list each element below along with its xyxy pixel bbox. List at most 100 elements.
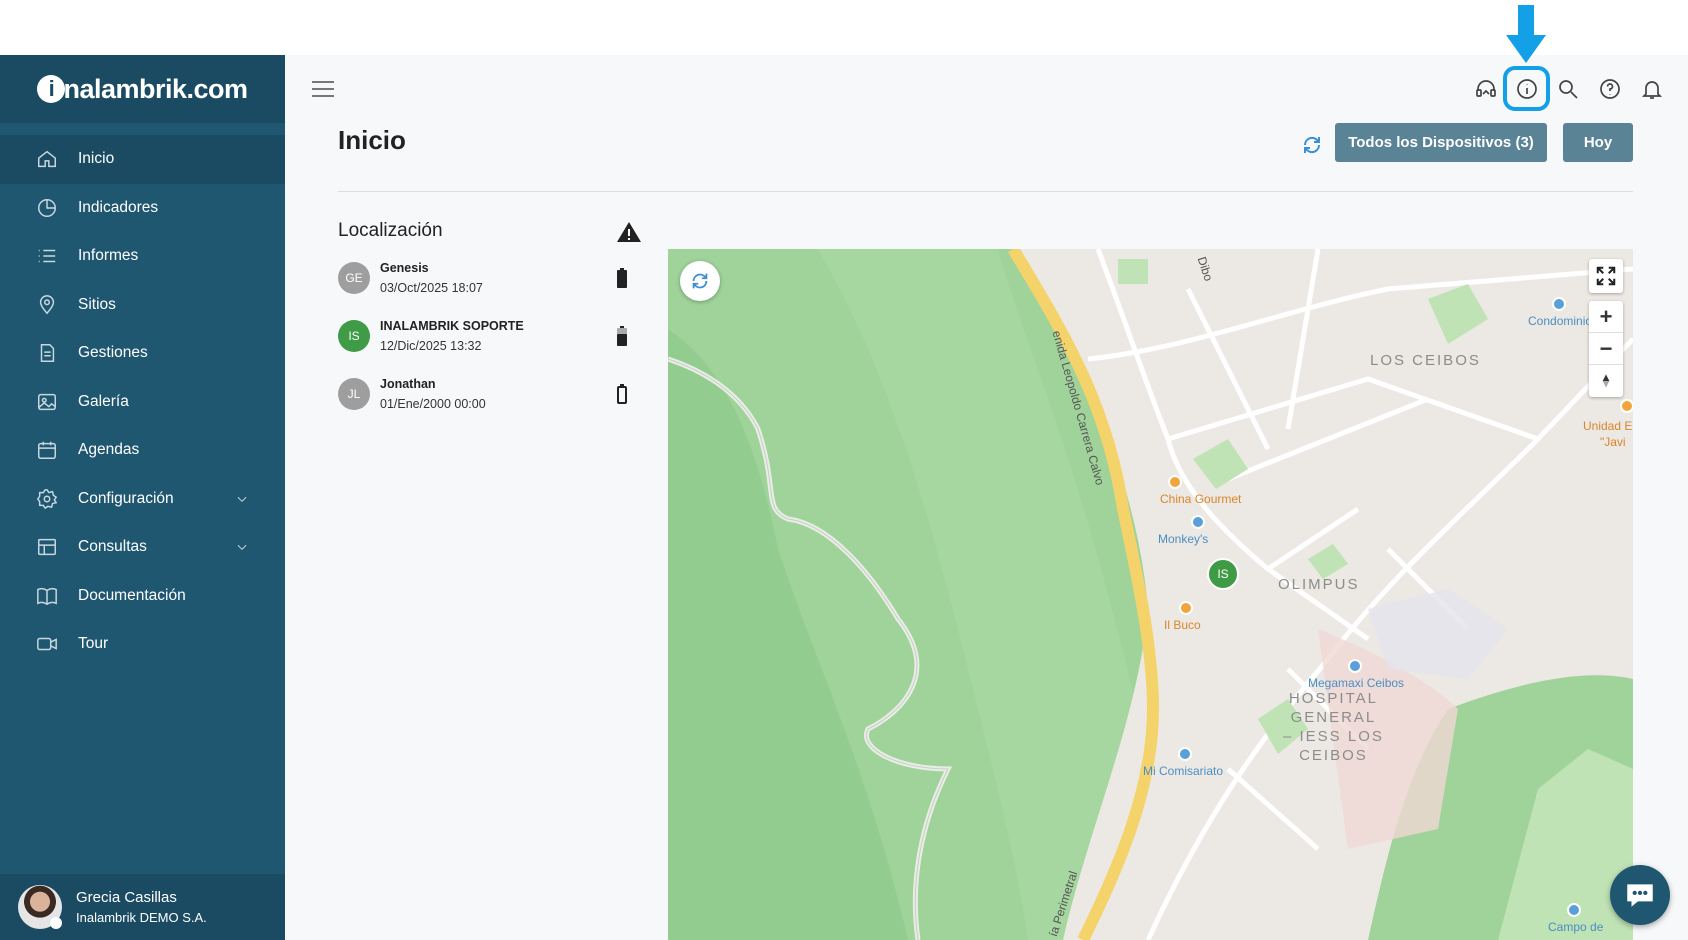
map-view[interactable]: LOS CEIBOS OLIMPUS HOSPITAL GENERAL – IE…: [668, 249, 1633, 940]
map-sync-button[interactable]: [680, 261, 720, 301]
status-dot: [50, 917, 62, 929]
page-title: Inicio: [338, 125, 406, 155]
sidebar-item-label: Informes: [78, 247, 139, 265]
all-devices-button[interactable]: Todos los Dispositivos (3): [1335, 123, 1547, 162]
sidebar-item-label: Consultas: [78, 538, 147, 556]
sidebar-item-label: Indicadores: [78, 198, 159, 216]
sidebar-item-label: Tour: [78, 635, 109, 653]
sidebar-item-tour[interactable]: Tour: [0, 620, 285, 669]
battery-medium-icon: [617, 326, 627, 346]
map-label-hospital: HOSPITAL GENERAL – IESS LOS CEIBOS: [1283, 689, 1384, 765]
logo-letter: i: [37, 75, 66, 103]
app-window: i nalambrik.com Inicio Indicadores Inform…: [0, 55, 1688, 940]
chat-button[interactable]: [1610, 865, 1670, 925]
shop-poi-icon[interactable]: [1178, 747, 1192, 761]
search-button[interactable]: [1554, 75, 1582, 103]
chevron-down-icon: [237, 545, 247, 551]
battery-empty-icon: [617, 384, 627, 404]
user-name: Grecia Casillas: [76, 889, 177, 906]
video-icon: [37, 638, 57, 651]
device-item-inalambrik-soporte[interactable]: IS INALAMBRIK SOPORTE 12/Dic/2025 13:32: [338, 314, 648, 358]
sidebar-item-indicadores[interactable]: Indicadores: [0, 184, 285, 233]
fullscreen-button[interactable]: [1589, 259, 1623, 293]
map-label-monkeys: Monkey's: [1158, 532, 1209, 546]
device-avatar: IS: [338, 320, 370, 352]
brand-logo[interactable]: i nalambrik.com: [0, 55, 285, 123]
device-item-jonathan[interactable]: JL Jonathan 01/Ene/2000 00:00: [338, 372, 648, 416]
warning-icon[interactable]: [616, 220, 642, 244]
device-name: Genesis: [380, 261, 429, 275]
hospital-line: CEIBOS: [1299, 747, 1368, 764]
map-device-marker[interactable]: IS: [1207, 558, 1239, 590]
chevron-down-icon: [237, 496, 247, 502]
map-label-condominio: Condominio: [1528, 314, 1593, 328]
compass-icon: [1602, 374, 1610, 388]
help-icon: [1600, 79, 1620, 99]
sidebar-nav: Inicio Indicadores Informes Sitios Gesti…: [0, 135, 285, 669]
sidebar-item-label: Sitios: [78, 295, 116, 313]
sidebar-item-label: Galería: [78, 392, 129, 410]
location-pin-icon: [39, 294, 55, 315]
sidebar-item-configuracion[interactable]: Configuración: [0, 475, 285, 524]
notifications-button[interactable]: [1638, 75, 1666, 103]
building-poi-icon[interactable]: [1552, 297, 1566, 311]
device-time: 01/Ene/2000 00:00: [380, 397, 486, 411]
table-icon: [38, 539, 56, 556]
map-label-campo: Campo de: [1548, 920, 1604, 934]
shop-poi-icon[interactable]: [1348, 659, 1362, 673]
sidebar-item-documentacion[interactable]: Documentación: [0, 572, 285, 621]
today-button[interactable]: Hoy: [1563, 123, 1633, 162]
device-name: Jonathan: [380, 377, 436, 391]
map-label-unidad: Unidad E: [1583, 419, 1633, 433]
device-time: 12/Dic/2025 13:32: [380, 339, 482, 353]
sync-icon: [692, 273, 708, 289]
device-item-genesis[interactable]: GE Genesis 03/Oct/2025 18:07: [338, 256, 648, 300]
calendar-icon: [38, 442, 56, 460]
sidebar-item-sitios[interactable]: Sitios: [0, 281, 285, 330]
sidebar-item-label: Documentación: [78, 586, 186, 604]
user-card[interactable]: Grecia Casillas Inalambrik DEMO S.A.: [0, 874, 285, 940]
sidebar-item-gestiones[interactable]: Gestiones: [0, 329, 285, 378]
pie-chart-icon: [38, 198, 56, 217]
map-label-il-buco: Il Buco: [1164, 618, 1201, 632]
park-poi-icon[interactable]: [1567, 903, 1581, 917]
refresh-button[interactable]: [1300, 133, 1324, 157]
map-label-javi: "Javi: [1600, 435, 1626, 449]
location-title: Localización: [338, 220, 443, 241]
hamburger-line: [312, 88, 334, 90]
help-button[interactable]: [1596, 75, 1624, 103]
hospital-line: HOSPITAL: [1288, 690, 1378, 707]
support-button[interactable]: [1472, 75, 1500, 103]
home-icon: [38, 150, 56, 168]
sidebar-item-agendas[interactable]: Agendas: [0, 426, 285, 475]
restaurant-poi-icon[interactable]: [1179, 601, 1193, 615]
sidebar-item-label: Inicio: [78, 150, 115, 168]
chat-icon: [1627, 884, 1653, 907]
reset-north-button[interactable]: [1589, 365, 1623, 397]
sidebar-item-galeria[interactable]: Galería: [0, 378, 285, 427]
document-icon: [40, 344, 55, 363]
sidebar-item-informes[interactable]: Informes: [0, 232, 285, 281]
menu-toggle-button[interactable]: [312, 81, 334, 97]
map-label-china-gourmet: China Gourmet: [1160, 492, 1242, 506]
zoom-out-button[interactable]: −: [1589, 333, 1623, 365]
restaurant-poi-icon[interactable]: [1168, 475, 1182, 489]
hamburger-line: [312, 81, 334, 83]
zoom-in-button[interactable]: +: [1589, 301, 1623, 333]
shop-poi-icon[interactable]: [1191, 515, 1205, 529]
map-label-megamaxi: Megamaxi Ceibos: [1308, 676, 1405, 690]
hamburger-line: [312, 95, 334, 97]
map-base-layer: [668, 249, 1633, 940]
arrow-down-icon: [1506, 5, 1546, 63]
fullscreen-icon: [1596, 266, 1616, 286]
image-icon: [38, 393, 56, 410]
sidebar: i nalambrik.com Inicio Indicadores Inform…: [0, 55, 285, 940]
hospital-line: GENERAL: [1290, 709, 1377, 726]
school-poi-icon[interactable]: [1620, 399, 1633, 413]
list-icon: [38, 250, 56, 263]
search-icon: [1559, 80, 1578, 99]
avatar: [18, 885, 62, 929]
device-name: INALAMBRIK SOPORTE: [380, 319, 524, 333]
sidebar-item-consultas[interactable]: Consultas: [0, 523, 285, 572]
sidebar-item-inicio[interactable]: Inicio: [0, 135, 285, 184]
